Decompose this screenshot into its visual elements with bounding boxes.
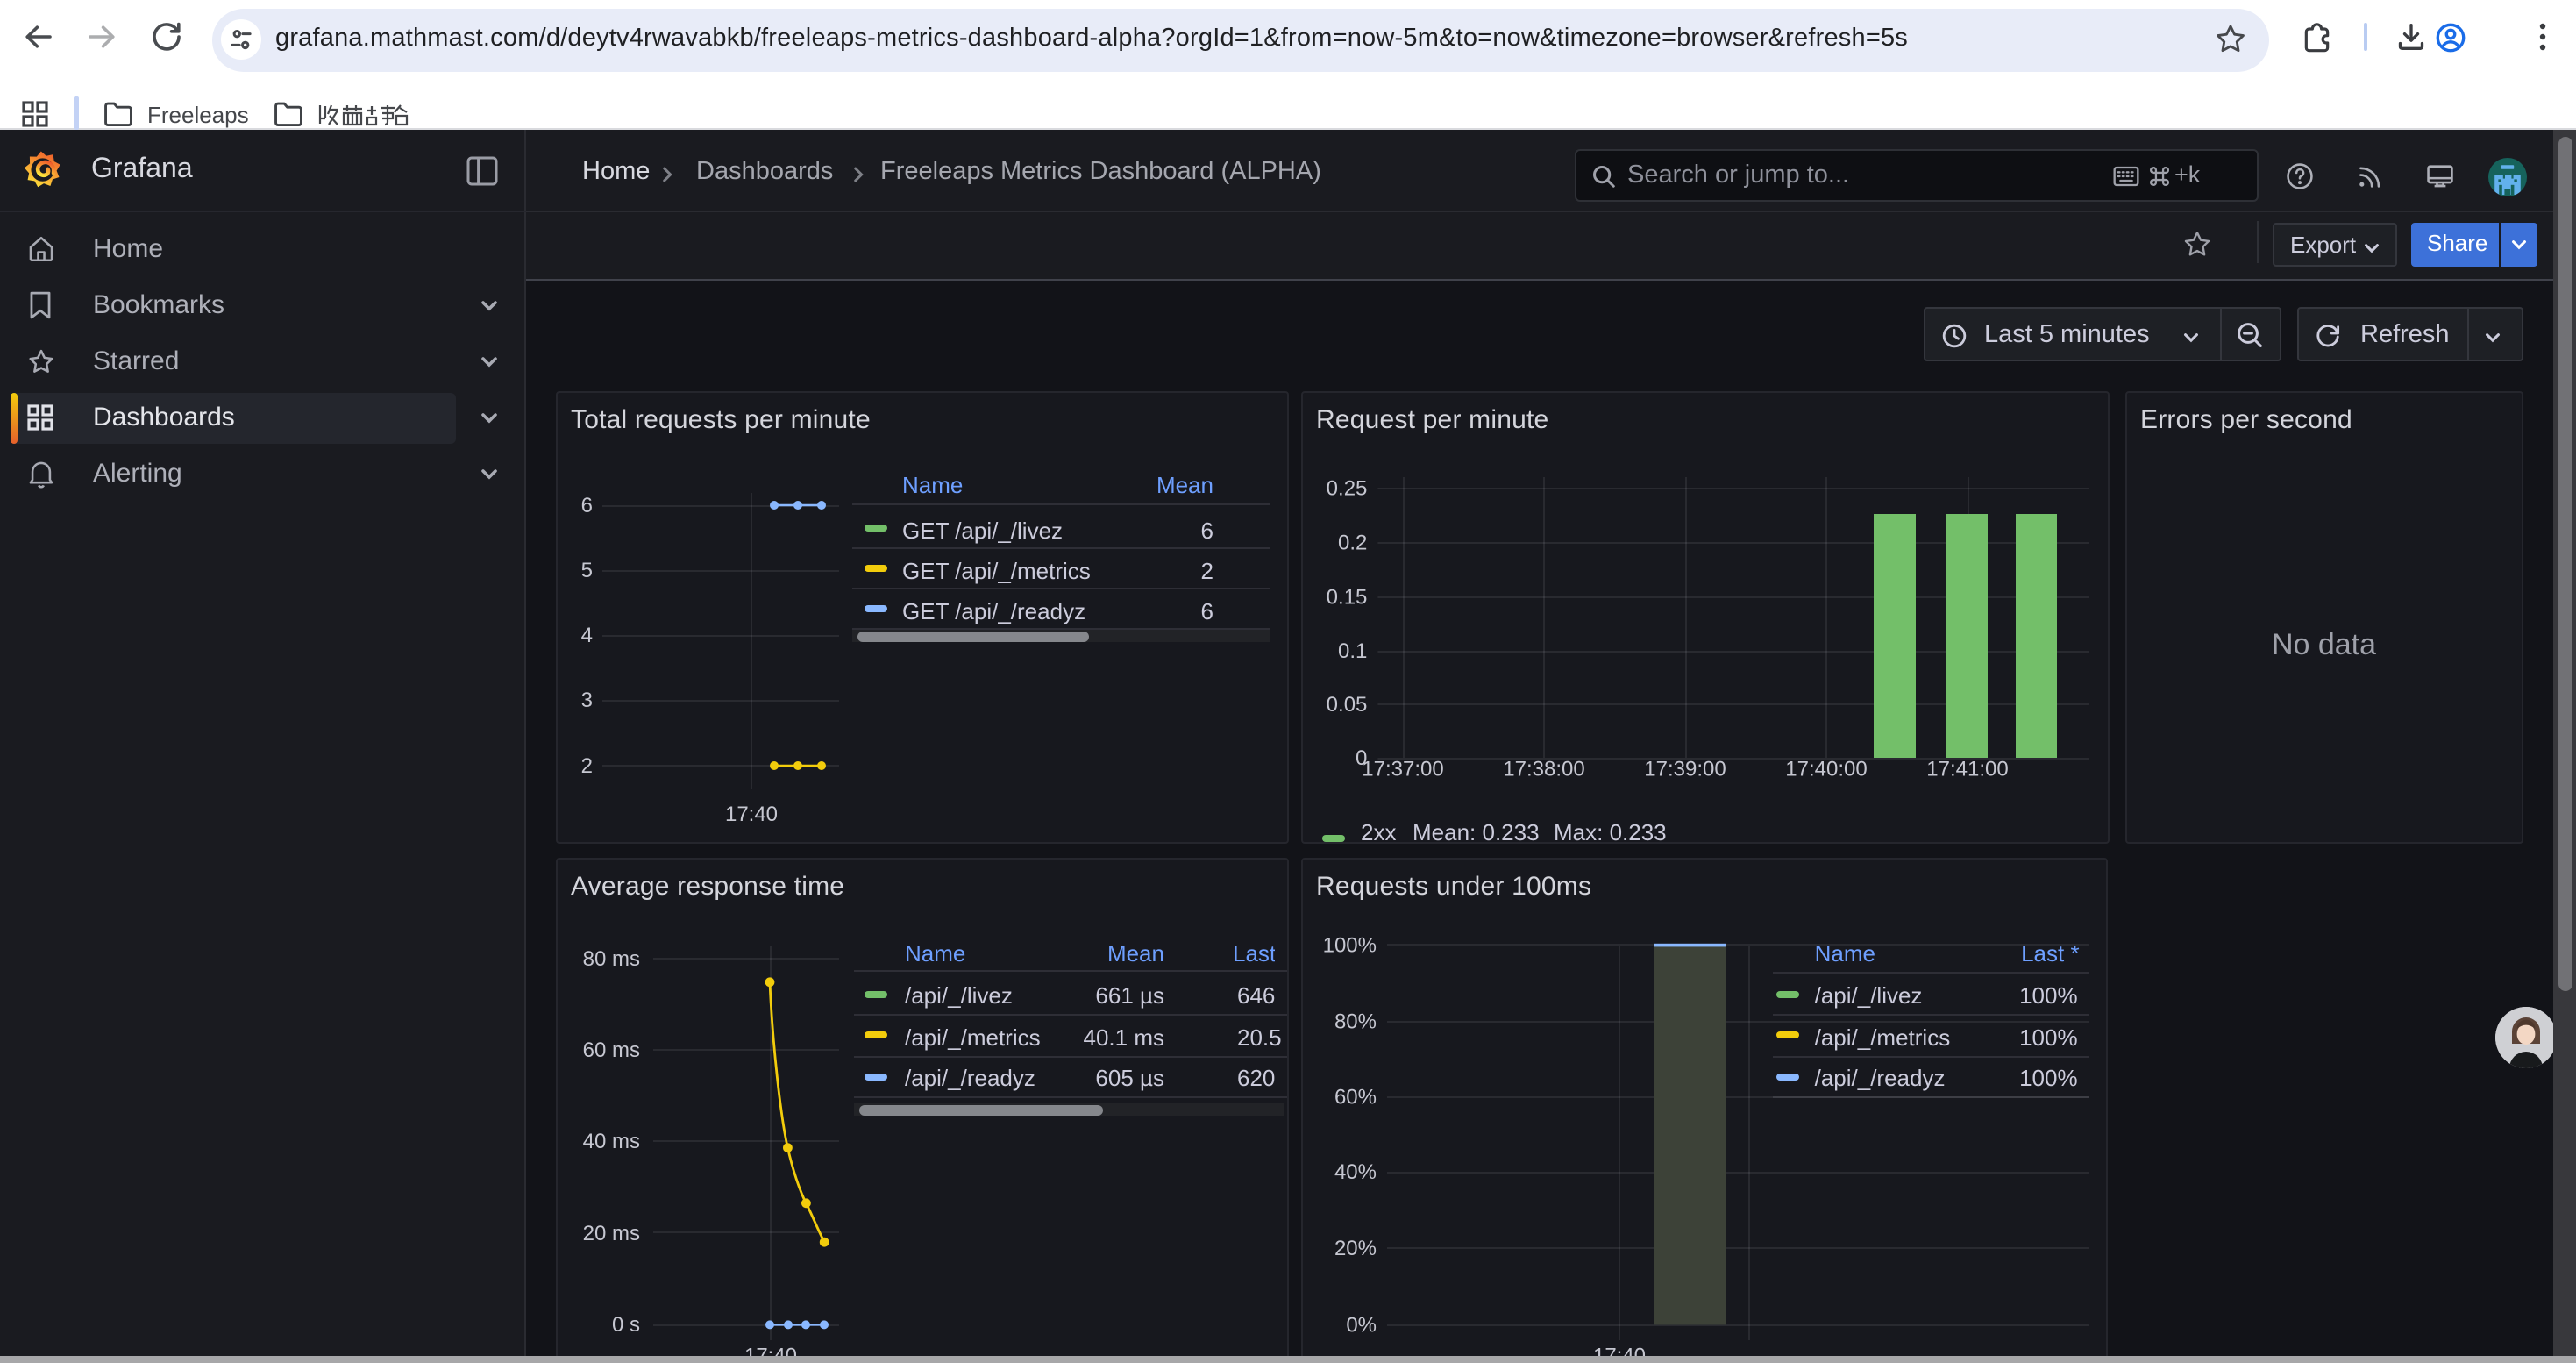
svg-text:3: 3 (580, 689, 592, 712)
svg-text:0.05: 0.05 (1326, 693, 1367, 717)
svg-text:6: 6 (580, 494, 592, 517)
svg-text:2: 2 (580, 754, 592, 778)
svg-text:17:40:00: 17:40:00 (1784, 758, 1866, 781)
svg-text:0.2: 0.2 (1337, 531, 1366, 554)
svg-text:17:40: 17:40 (724, 803, 777, 826)
svg-text:0.1: 0.1 (1337, 639, 1366, 663)
svg-text:20 ms: 20 ms (582, 1222, 639, 1245)
svg-text:60%: 60% (1334, 1086, 1376, 1110)
svg-text:40%: 40% (1334, 1160, 1376, 1184)
svg-text:40 ms: 40 ms (582, 1130, 639, 1153)
svg-text:17:37:00: 17:37:00 (1361, 758, 1442, 781)
svg-text:20%: 20% (1334, 1237, 1376, 1260)
svg-text:17:39:00: 17:39:00 (1643, 758, 1725, 781)
svg-text:0.15: 0.15 (1326, 585, 1367, 609)
svg-text:0%: 0% (1345, 1313, 1376, 1337)
svg-text:0.25: 0.25 (1326, 476, 1367, 500)
svg-text:17:38:00: 17:38:00 (1502, 758, 1583, 781)
svg-text:4: 4 (580, 624, 592, 647)
svg-text:0 s: 0 s (611, 1313, 639, 1337)
svg-text:80 ms: 80 ms (582, 947, 639, 971)
svg-text:5: 5 (580, 559, 592, 582)
svg-text:60 ms: 60 ms (582, 1038, 639, 1062)
svg-text:17:41:00: 17:41:00 (1925, 758, 2007, 781)
svg-text:80%: 80% (1334, 1010, 1376, 1034)
svg-text:100%: 100% (1322, 933, 1376, 957)
